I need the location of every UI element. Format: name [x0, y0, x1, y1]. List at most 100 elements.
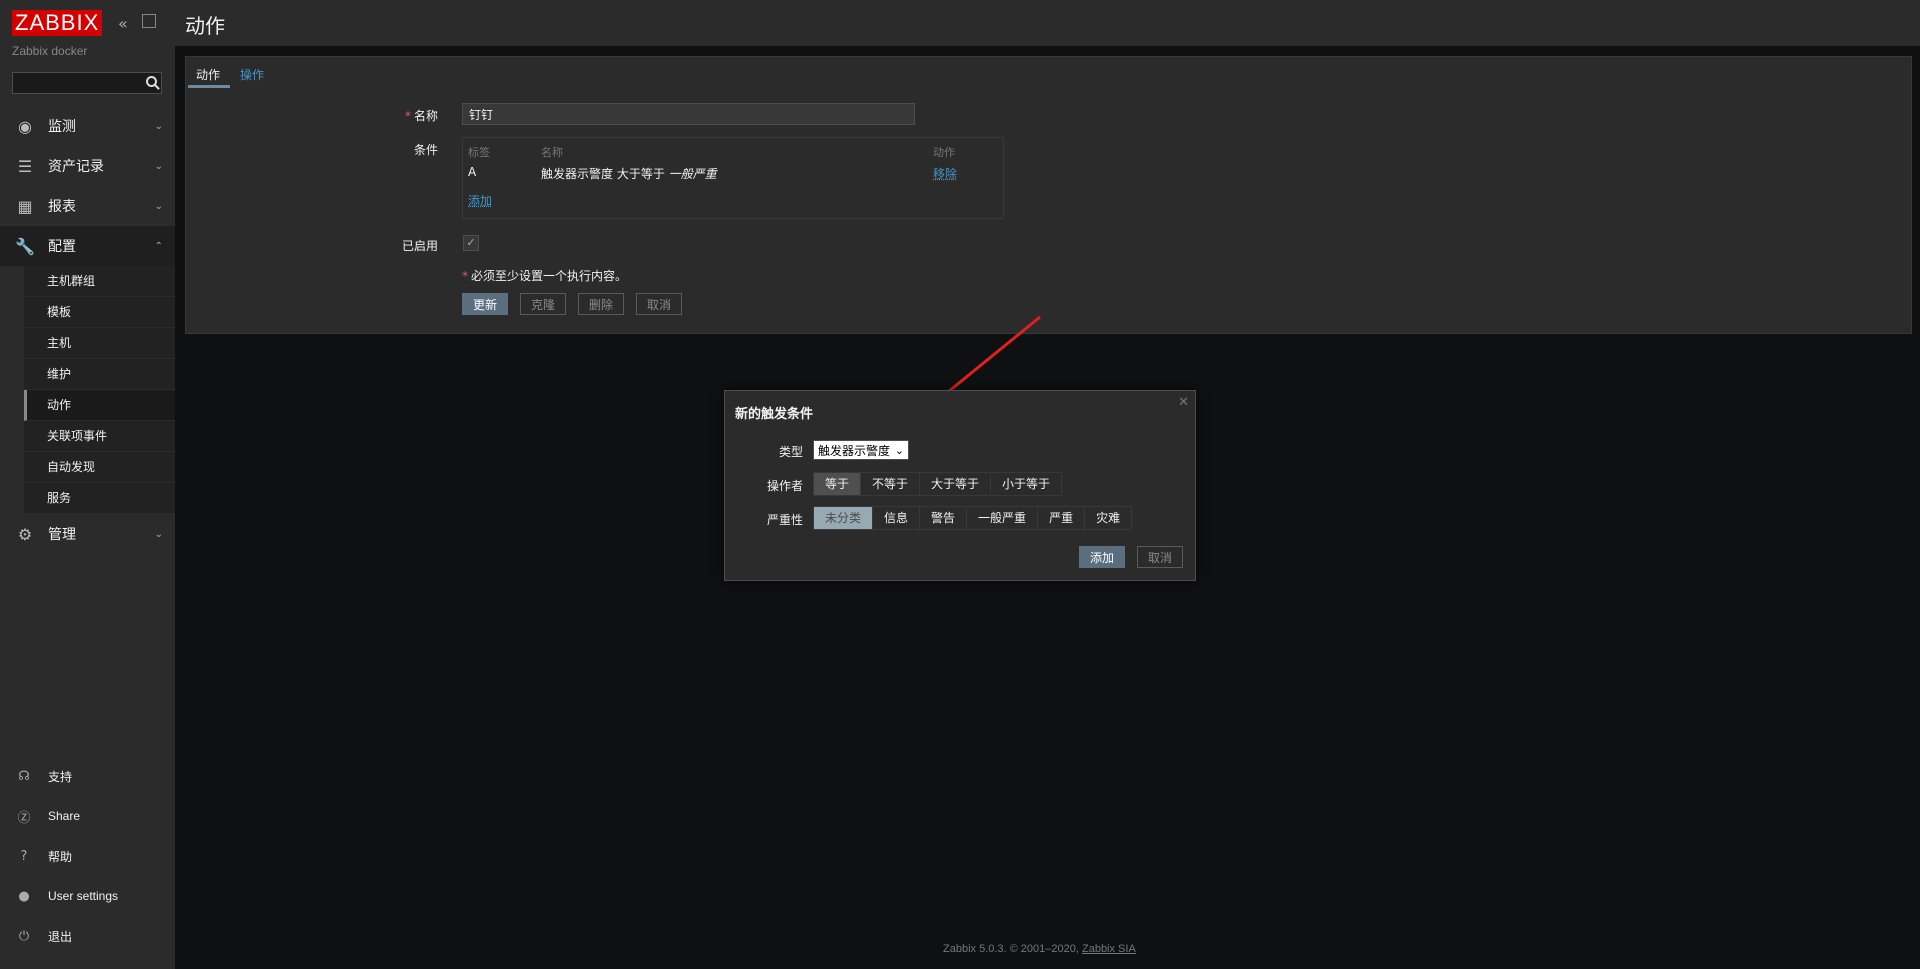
- cond-name-prefix: 触发器示警度 大于等于: [541, 167, 669, 181]
- menu-label: 配置: [48, 239, 76, 255]
- submenu-services[interactable]: 服务: [24, 483, 175, 514]
- tab-operations[interactable]: 操作: [240, 66, 264, 83]
- type-select[interactable]: 触发器示警度 ⌄: [813, 440, 909, 460]
- name-label: * 名称: [318, 107, 438, 124]
- menu-help[interactable]: ? 帮助: [0, 841, 175, 871]
- operator-equals[interactable]: 等于: [814, 473, 862, 495]
- menu-share[interactable]: Ⓩ Share: [0, 801, 175, 831]
- add-condition-link[interactable]: 添加: [468, 192, 492, 209]
- new-condition-dialog: 新的触发条件 ✕ 类型 触发器示警度 ⌄ 操作者 等于 不等于 大于等于 小于等…: [724, 390, 1196, 581]
- severity-information[interactable]: 信息: [873, 507, 921, 529]
- severity-not-classified[interactable]: 未分类: [814, 507, 874, 529]
- footer-text: Zabbix 5.0.3. © 2001–2020,: [943, 943, 1082, 955]
- submenu-hosts[interactable]: 主机: [24, 328, 175, 359]
- severity-segmented: 未分类 信息 警告 一般严重 严重 灾难: [813, 506, 1133, 530]
- type-label: 类型: [778, 445, 803, 459]
- page-title: 动作: [185, 14, 225, 38]
- cond-name-value: 一般严重: [668, 167, 717, 181]
- remove-condition-link[interactable]: 移除: [933, 165, 957, 182]
- zabbix-logo[interactable]: ZABBIX: [12, 10, 103, 36]
- required-asterisk: *: [404, 109, 411, 123]
- dialog-cancel-button[interactable]: 取消: [1137, 546, 1184, 568]
- submenu-templates[interactable]: 模板: [24, 297, 175, 328]
- warning-text: 必须至少设置一个执行内容。: [471, 269, 628, 283]
- submenu-discovery[interactable]: 自动发现: [24, 452, 175, 483]
- chevron-up-icon: ⌃: [154, 240, 163, 252]
- menu-configuration[interactable]: 🔧 配置 ⌃: [0, 226, 175, 266]
- cond-header-action: 动作: [933, 146, 955, 159]
- menu-label: User settings: [48, 889, 119, 903]
- operator-not-equals[interactable]: 不等于: [861, 473, 921, 495]
- submenu-maintenance[interactable]: 维护: [24, 359, 175, 390]
- submenu-actions[interactable]: 动作: [24, 390, 175, 421]
- cond-header-tag: 标签: [468, 146, 490, 159]
- chevron-down-icon: ⌄: [894, 444, 904, 457]
- cond-name: 触发器示警度 大于等于 一般严重: [541, 165, 717, 182]
- name-field[interactable]: [462, 103, 915, 125]
- conditions-table: 标签 名称 动作 A 触发器示警度 大于等于 一般严重 移除 添加: [462, 137, 1004, 219]
- search-input[interactable]: [13, 73, 149, 93]
- footer-link[interactable]: Zabbix SIA: [1082, 943, 1136, 955]
- operator-lte[interactable]: 小于等于: [991, 473, 1062, 495]
- sidebar: ZABBIX « Zabbix docker ◉ 监测 ⌄ ☰ 资产记录 ⌄ ▦…: [0, 0, 175, 969]
- menu-label: 帮助: [48, 849, 73, 864]
- menu-label: Share: [48, 809, 81, 823]
- menu-label: 支持: [48, 769, 73, 784]
- chevron-down-icon: ⌄: [154, 200, 163, 212]
- close-icon[interactable]: ✕: [1178, 395, 1189, 410]
- menu-monitoring[interactable]: ◉ 监测 ⌄: [0, 106, 175, 146]
- operator-label: 操作者: [766, 479, 803, 493]
- severity-high[interactable]: 严重: [1038, 507, 1086, 529]
- share-icon: Ⓩ: [17, 810, 31, 826]
- action-form: 动作 操作 *名称 条件 标签 名称 动作 A 触发器示警度 大于等于 一般严重…: [185, 56, 1912, 334]
- menu-inventory[interactable]: ☰ 资产记录 ⌄: [0, 146, 175, 186]
- wrench-icon: 🔧: [15, 236, 35, 256]
- severity-warning[interactable]: 警告: [920, 507, 968, 529]
- menu-label: 监测: [48, 119, 76, 135]
- enabled-checkbox[interactable]: ✓: [463, 235, 479, 251]
- page-header: 动作: [175, 0, 1920, 46]
- menu-label: 管理: [48, 527, 76, 543]
- kiosk-mode-icon[interactable]: [142, 14, 156, 28]
- tab-action[interactable]: 动作: [196, 66, 220, 83]
- update-button[interactable]: 更新: [462, 293, 509, 315]
- chevron-down-icon: ⌄: [154, 120, 163, 132]
- server-name: Zabbix docker: [12, 44, 88, 58]
- severity-disaster[interactable]: 灾难: [1085, 507, 1132, 529]
- dialog-title: 新的触发条件: [735, 407, 814, 422]
- severity-average[interactable]: 一般严重: [967, 507, 1039, 529]
- clone-button[interactable]: 克隆: [520, 293, 567, 315]
- submenu-event-correlation[interactable]: 关联项事件: [24, 421, 175, 452]
- severity-label: 严重性: [766, 513, 803, 527]
- cond-tag: A: [468, 165, 477, 179]
- eye-icon: ◉: [18, 116, 32, 136]
- help-icon: ?: [20, 848, 28, 864]
- menu-label: 退出: [48, 929, 73, 944]
- operations-warning: * 必须至少设置一个执行内容。: [462, 267, 627, 284]
- cancel-button[interactable]: 取消: [636, 293, 683, 315]
- chevron-down-icon: ⌄: [154, 528, 163, 540]
- chevron-down-icon: ⌄: [154, 160, 163, 172]
- footer: Zabbix 5.0.3. © 2001–2020, Zabbix SIA: [943, 943, 1136, 955]
- config-submenu: 主机群组 模板 主机 维护 动作 关联项事件 自动发现 服务: [24, 266, 175, 514]
- gear-icon: ⚙: [17, 524, 33, 544]
- type-select-value: 触发器示警度: [818, 444, 891, 458]
- search-icon[interactable]: [146, 76, 157, 87]
- menu-administration[interactable]: ⚙ 管理 ⌄: [0, 514, 175, 554]
- collapse-sidebar-icon[interactable]: «: [118, 14, 128, 33]
- menu-reports[interactable]: ▦ 报表 ⌄: [0, 186, 175, 226]
- menu-signout[interactable]: ⏻ 退出: [0, 921, 175, 951]
- menu-label: 资产记录: [48, 159, 104, 175]
- operator-segmented: 等于 不等于 大于等于 小于等于: [813, 472, 1063, 496]
- operator-gte[interactable]: 大于等于: [920, 473, 992, 495]
- submenu-host-groups[interactable]: 主机群组: [24, 266, 175, 297]
- menu-user-settings[interactable]: ● User settings: [0, 881, 175, 911]
- search-box: [12, 72, 162, 94]
- headset-icon: ☊: [18, 768, 30, 784]
- menu-support[interactable]: ☊ 支持: [0, 761, 175, 791]
- enabled-label: 已启用: [401, 239, 438, 253]
- delete-button[interactable]: 删除: [578, 293, 625, 315]
- name-label-text: 名称: [413, 109, 438, 123]
- add-button[interactable]: 添加: [1079, 546, 1126, 568]
- menu-label: 报表: [48, 199, 76, 215]
